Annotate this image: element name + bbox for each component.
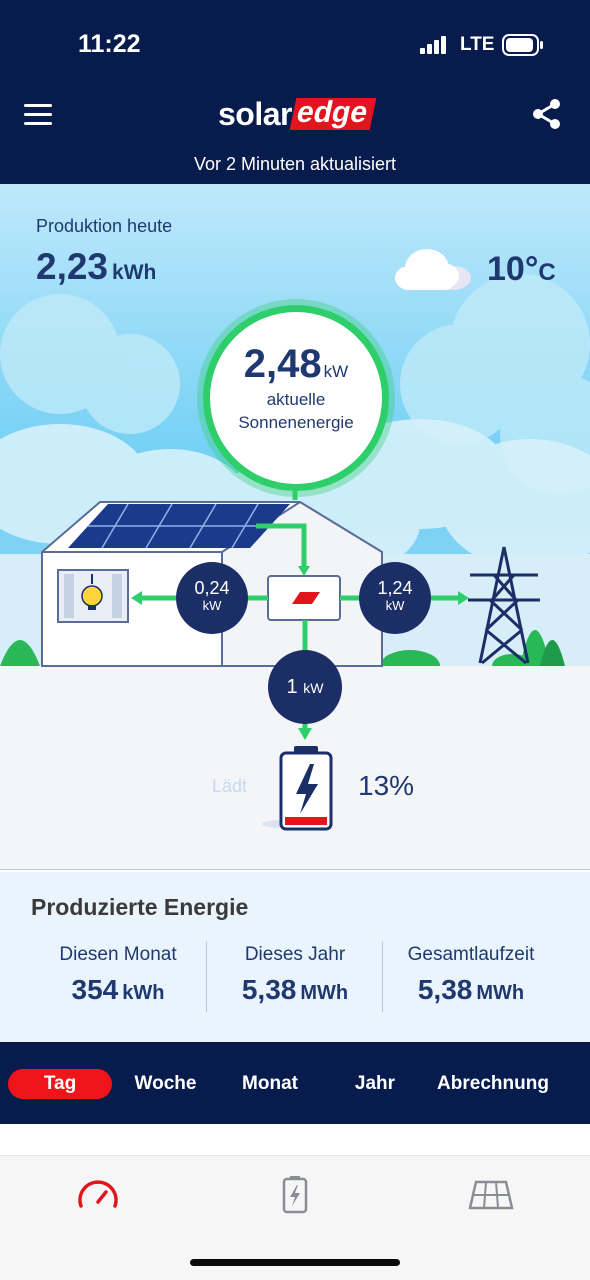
consumption-unit: kW [202, 598, 222, 613]
solaredge-logo: solar edge [218, 95, 377, 132]
solar-power-line1: aktuelle [266, 390, 326, 409]
solar-panel-icon[interactable] [466, 1174, 516, 1214]
energy-lifetime: Gesamtlaufzeit 5,38 MWh [383, 944, 559, 1006]
energy-lifetime-unit: MWh [476, 982, 525, 1004]
clock: 11:22 [78, 30, 141, 58]
temperature: 10°C [487, 250, 556, 289]
logo-edge: edge [289, 96, 377, 130]
tab-year[interactable]: Jahr [335, 1069, 415, 1099]
production-today-unit: kWh [112, 261, 157, 284]
energy-month-label: Diesen Monat [59, 944, 177, 965]
energy-lifetime-label: Gesamtlaufzeit [407, 944, 535, 965]
share-icon[interactable] [532, 98, 562, 130]
energy-lifetime-number: 5,38 [417, 974, 473, 1005]
grid-flow-node[interactable]: 1,24 kW [359, 562, 431, 634]
cloud-icon [395, 249, 471, 290]
status-bar: 11:22 LTE [0, 0, 590, 84]
energy-month-unit: kWh [122, 982, 165, 1004]
tab-day[interactable]: Tag [8, 1069, 112, 1099]
battery-flow-node[interactable]: 1 kW [268, 650, 342, 724]
hamburger-menu-icon[interactable] [24, 102, 54, 126]
energy-year: Dieses Jahr 5,38 MWh [207, 944, 383, 1006]
energy-year-number: 5,38 [241, 974, 297, 1005]
grid-value: 1,24 [377, 578, 413, 598]
battery-percent: 13% [358, 770, 415, 801]
solar-power-value: 2,48 kW [210, 342, 382, 387]
home-indicator [190, 1259, 400, 1266]
tab-month[interactable]: Monat [225, 1069, 315, 1099]
energy-month-value: 354 kWh [30, 974, 206, 1006]
battery-flow-unit: kW [303, 680, 324, 696]
last-updated-text: Vor 2 Minuten aktualisiert [193, 154, 397, 174]
battery-icon[interactable] [262, 744, 342, 834]
produced-energy-panel: Produzierte Energie Diesen Monat 354 kWh … [0, 872, 590, 1042]
battery-icon[interactable] [270, 1174, 320, 1214]
app-header: solar edge Vor 2 Minuten aktualisiert [0, 84, 590, 184]
temperature-value: 10° [487, 250, 539, 288]
energy-month-number: 354 [71, 974, 119, 1005]
dashboard-icon[interactable] [73, 1174, 123, 1214]
current-solar-power[interactable]: 2,48 kW aktuelle Sonnenenergie [203, 305, 389, 491]
production-today-label: Produktion heute [36, 216, 173, 236]
battery-status-icon [502, 34, 543, 56]
signal-icon [420, 36, 446, 54]
temperature-unit: C [538, 259, 556, 286]
network-label: LTE [460, 34, 495, 55]
grid-unit: kW [385, 598, 405, 613]
production-today-value: 2,23 kWh [36, 246, 156, 288]
production-today-number: 2,23 [36, 246, 109, 287]
power-grid-icon [468, 546, 540, 665]
energy-year-unit: MWh [300, 982, 349, 1004]
solar-power-number: 2,48 [243, 342, 322, 386]
energy-year-label: Dieses Jahr [244, 944, 346, 965]
energy-year-value: 5,38 MWh [207, 974, 383, 1006]
tab-billing[interactable]: Abrechnung [424, 1069, 562, 1099]
battery-flow-value: 1 [286, 676, 298, 698]
logo-solar: solar [218, 95, 292, 132]
consumption-flow-node[interactable]: 0,24 kW [176, 562, 248, 634]
chart-area [0, 1124, 590, 1156]
energy-month: Diesen Monat 354 kWh [30, 944, 206, 1006]
period-tabs: Tag Woche Monat Jahr Abrechnung [0, 1042, 590, 1124]
battery-level-fill [285, 817, 327, 825]
produced-energy-title: Produzierte Energie [31, 894, 249, 920]
battery-charging-status: Lädt [212, 776, 248, 796]
tab-week[interactable]: Woche [118, 1069, 213, 1099]
solar-power-line2: Sonnenenergie [238, 413, 354, 432]
consumption-value: 0,24 [194, 578, 230, 598]
solar-power-unit: kW [323, 362, 349, 381]
energy-lifetime-value: 5,38 MWh [383, 974, 559, 1006]
